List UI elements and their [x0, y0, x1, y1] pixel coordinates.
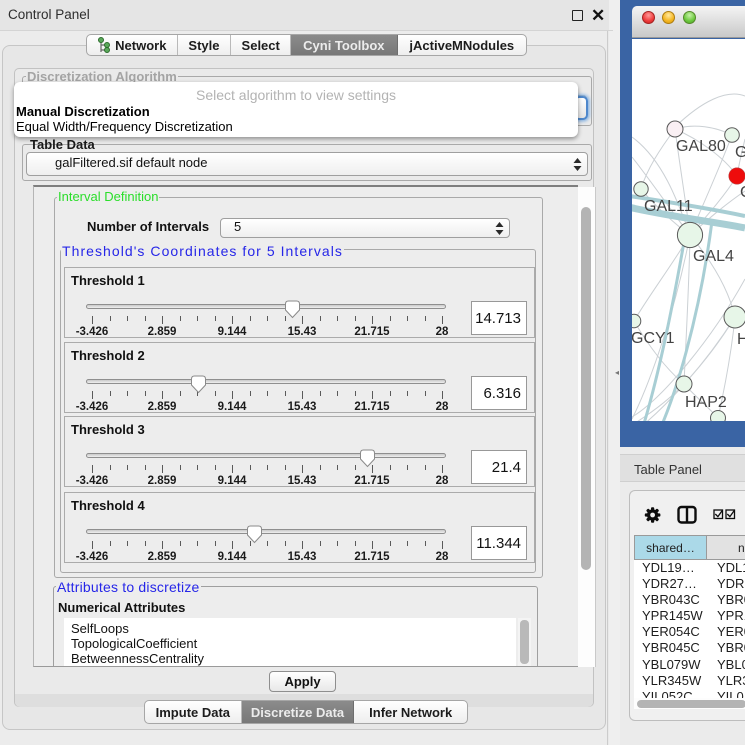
svg-text:G: G [735, 144, 745, 161]
svg-text:GCY1: GCY1 [632, 330, 675, 347]
svg-text:GAL80: GAL80 [676, 138, 726, 155]
svg-text:GAL4: GAL4 [693, 248, 734, 265]
svg-text:H: H [737, 331, 745, 348]
svg-text:C: C [740, 184, 745, 201]
svg-text:HAP2: HAP2 [685, 394, 727, 411]
svg-text:GAL11: GAL11 [644, 198, 693, 215]
